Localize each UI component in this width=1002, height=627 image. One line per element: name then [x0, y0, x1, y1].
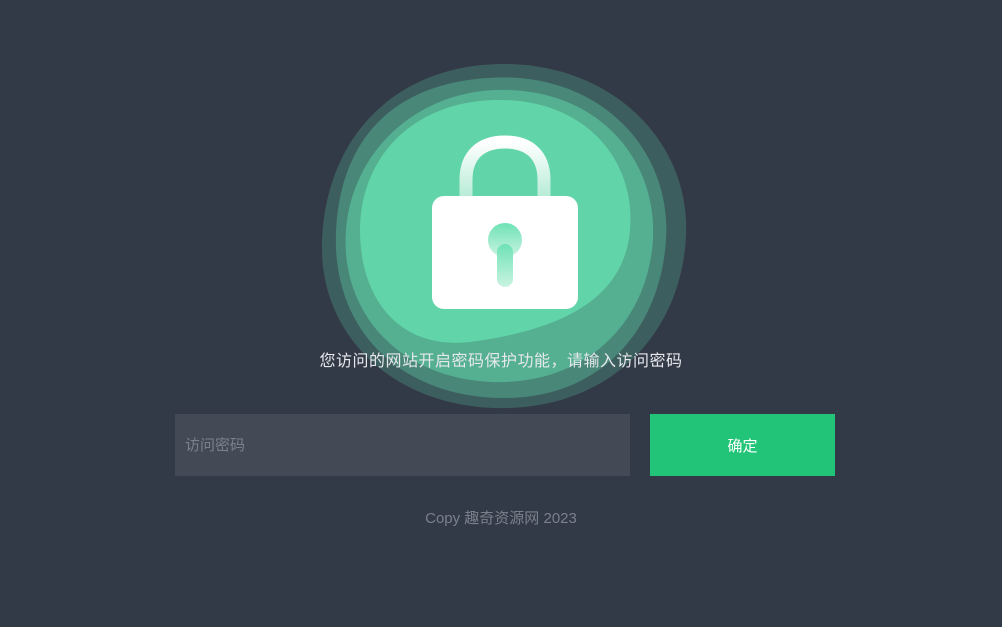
padlock-icon — [432, 135, 578, 309]
password-protection-page: 您访问的网站开启密码保护功能，请输入访问密码 确定 Copy 趣奇资源网 202… — [0, 0, 1002, 627]
protection-message: 您访问的网站开启密码保护功能，请输入访问密码 — [319, 351, 683, 370]
password-input[interactable] — [175, 414, 630, 476]
confirm-button[interactable]: 确定 — [650, 414, 835, 476]
footer-copyright: Copy 趣奇资源网 2023 — [425, 510, 577, 527]
